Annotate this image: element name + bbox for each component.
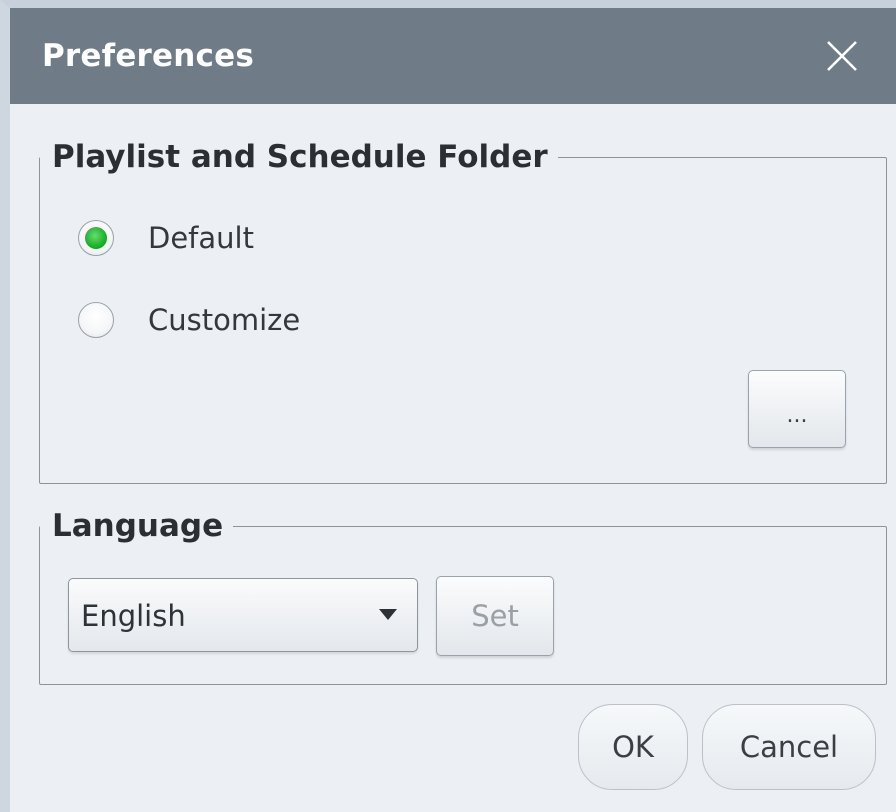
radio-default-label: Default: [148, 221, 254, 255]
dropdown-arrow-icon: [379, 609, 397, 620]
browse-folder-button[interactable]: ...: [748, 370, 846, 448]
close-icon: [827, 41, 857, 71]
folder-group-legend: Playlist and Schedule Folder: [52, 139, 548, 175]
dialog-title: Preferences: [42, 38, 254, 74]
radio-button-default[interactable]: [78, 220, 114, 256]
language-group-legend: Language: [52, 508, 224, 544]
cancel-button[interactable]: Cancel: [702, 704, 876, 790]
close-button[interactable]: [818, 32, 866, 80]
radio-selected-dot: [85, 227, 107, 249]
ok-button[interactable]: OK: [578, 704, 688, 790]
title-bar: Preferences: [10, 8, 896, 104]
radio-button-customize[interactable]: [78, 302, 114, 338]
radio-customize[interactable]: Customize: [78, 302, 300, 338]
language-select[interactable]: English: [68, 578, 418, 652]
preferences-dialog: Preferences Playlist and Schedule Folder…: [0, 0, 896, 812]
radio-default[interactable]: Default: [78, 220, 254, 256]
radio-customize-label: Customize: [148, 303, 301, 337]
language-select-value: English: [81, 599, 186, 633]
set-language-button[interactable]: Set: [436, 576, 554, 656]
